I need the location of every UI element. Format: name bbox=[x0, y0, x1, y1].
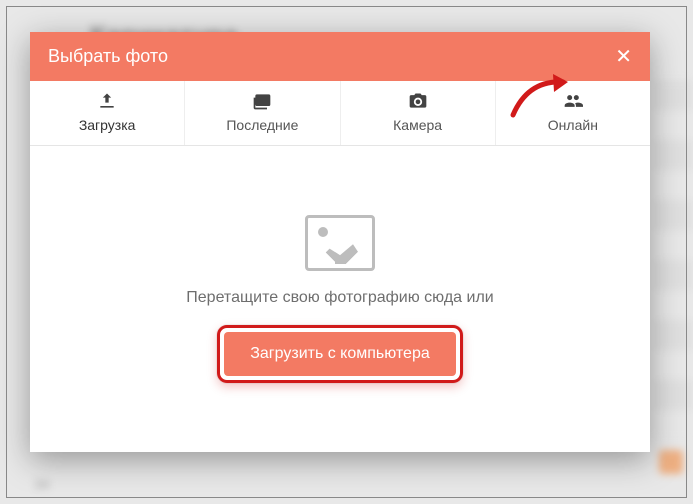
upload-button-highlight: Загрузить с компьютера bbox=[217, 325, 463, 383]
modal-title: Выбрать фото bbox=[48, 46, 168, 67]
select-photo-modal: Выбрать фото ✕ Загрузка Последние Камера bbox=[30, 32, 650, 452]
tab-camera[interactable]: Камера bbox=[341, 81, 496, 145]
tab-upload[interactable]: Загрузка bbox=[30, 81, 185, 145]
drop-area[interactable]: Перетащите свою фотографию сюда или Загр… bbox=[30, 146, 650, 452]
modal-header: Выбрать фото ✕ bbox=[30, 32, 650, 81]
drop-instruction: Перетащите свою фотографию сюда или bbox=[186, 289, 493, 307]
tab-label: Камера bbox=[393, 117, 442, 133]
tab-recent[interactable]: Последние bbox=[185, 81, 340, 145]
tabs: Загрузка Последние Камера Онлайн bbox=[30, 81, 650, 146]
camera-icon bbox=[341, 91, 495, 113]
bg-sidebar-strip bbox=[653, 80, 693, 440]
upload-icon bbox=[30, 91, 184, 113]
images-icon bbox=[185, 91, 339, 113]
tab-label: Загрузка bbox=[79, 117, 136, 133]
bg-counter: 34 bbox=[34, 476, 50, 492]
bg-orange-badge bbox=[659, 450, 683, 474]
tab-label: Последние bbox=[226, 117, 298, 133]
people-icon bbox=[496, 91, 650, 113]
close-icon[interactable]: ✕ bbox=[615, 47, 632, 67]
image-placeholder-icon bbox=[305, 215, 375, 271]
upload-from-computer-button[interactable]: Загрузить с компьютера bbox=[224, 332, 456, 376]
tab-online[interactable]: Онлайн bbox=[496, 81, 650, 145]
tab-label: Онлайн bbox=[548, 117, 598, 133]
